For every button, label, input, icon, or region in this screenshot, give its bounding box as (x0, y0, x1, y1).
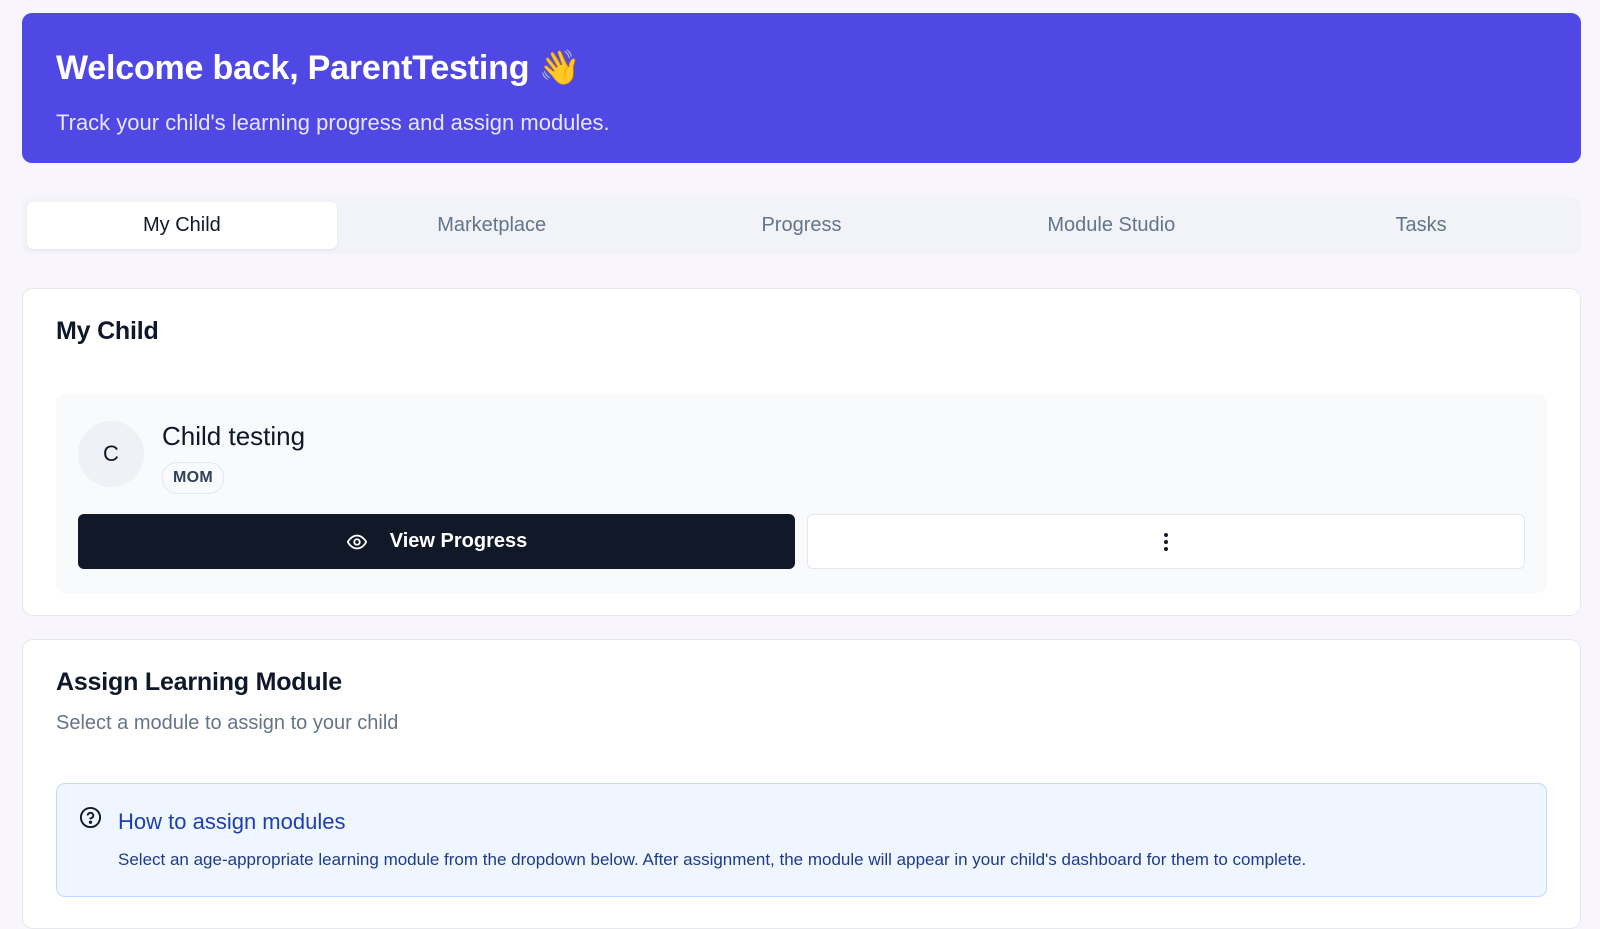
welcome-banner: Welcome back, ParentTesting 👋 Track your… (22, 13, 1581, 163)
my-child-title: My Child (56, 317, 159, 345)
relationship-badge: MOM (162, 462, 225, 494)
more-vertical-icon (1163, 532, 1169, 552)
dashboard-tabs: My Child Marketplace Progress Module Stu… (22, 197, 1581, 254)
tab-marketplace[interactable]: Marketplace (337, 202, 647, 249)
view-progress-label: View Progress (389, 530, 528, 552)
child-name: Child testing (162, 421, 306, 451)
eye-icon (346, 531, 368, 553)
child-avatar: C (78, 421, 144, 487)
help-circle-icon (79, 806, 102, 829)
help-title: How to assign modules (118, 809, 346, 834)
assign-module-card: Assign Learning Module Select a module t… (22, 639, 1581, 929)
assign-module-subtitle: Select a module to assign to your child (56, 712, 399, 734)
welcome-subtitle: Track your child's learning progress and… (56, 110, 610, 135)
tab-tasks[interactable]: Tasks (1266, 202, 1576, 249)
tab-progress[interactable]: Progress (647, 202, 957, 249)
assign-module-title: Assign Learning Module (56, 668, 342, 696)
child-options-button[interactable] (807, 514, 1525, 569)
view-progress-button[interactable]: View Progress (78, 514, 795, 569)
child-profile-card: C Child testing MOM View Progress (56, 394, 1547, 593)
my-child-card: My Child C Child testing MOM View Progre… (22, 288, 1581, 616)
help-text: Select an age-appropriate learning modul… (118, 850, 1307, 869)
assign-help-alert: How to assign modules Select an age-appr… (56, 783, 1547, 897)
welcome-title: Welcome back, ParentTesting 👋 (56, 49, 581, 87)
tab-my-child[interactable]: My Child (27, 202, 337, 249)
tab-module-studio[interactable]: Module Studio (956, 202, 1266, 249)
